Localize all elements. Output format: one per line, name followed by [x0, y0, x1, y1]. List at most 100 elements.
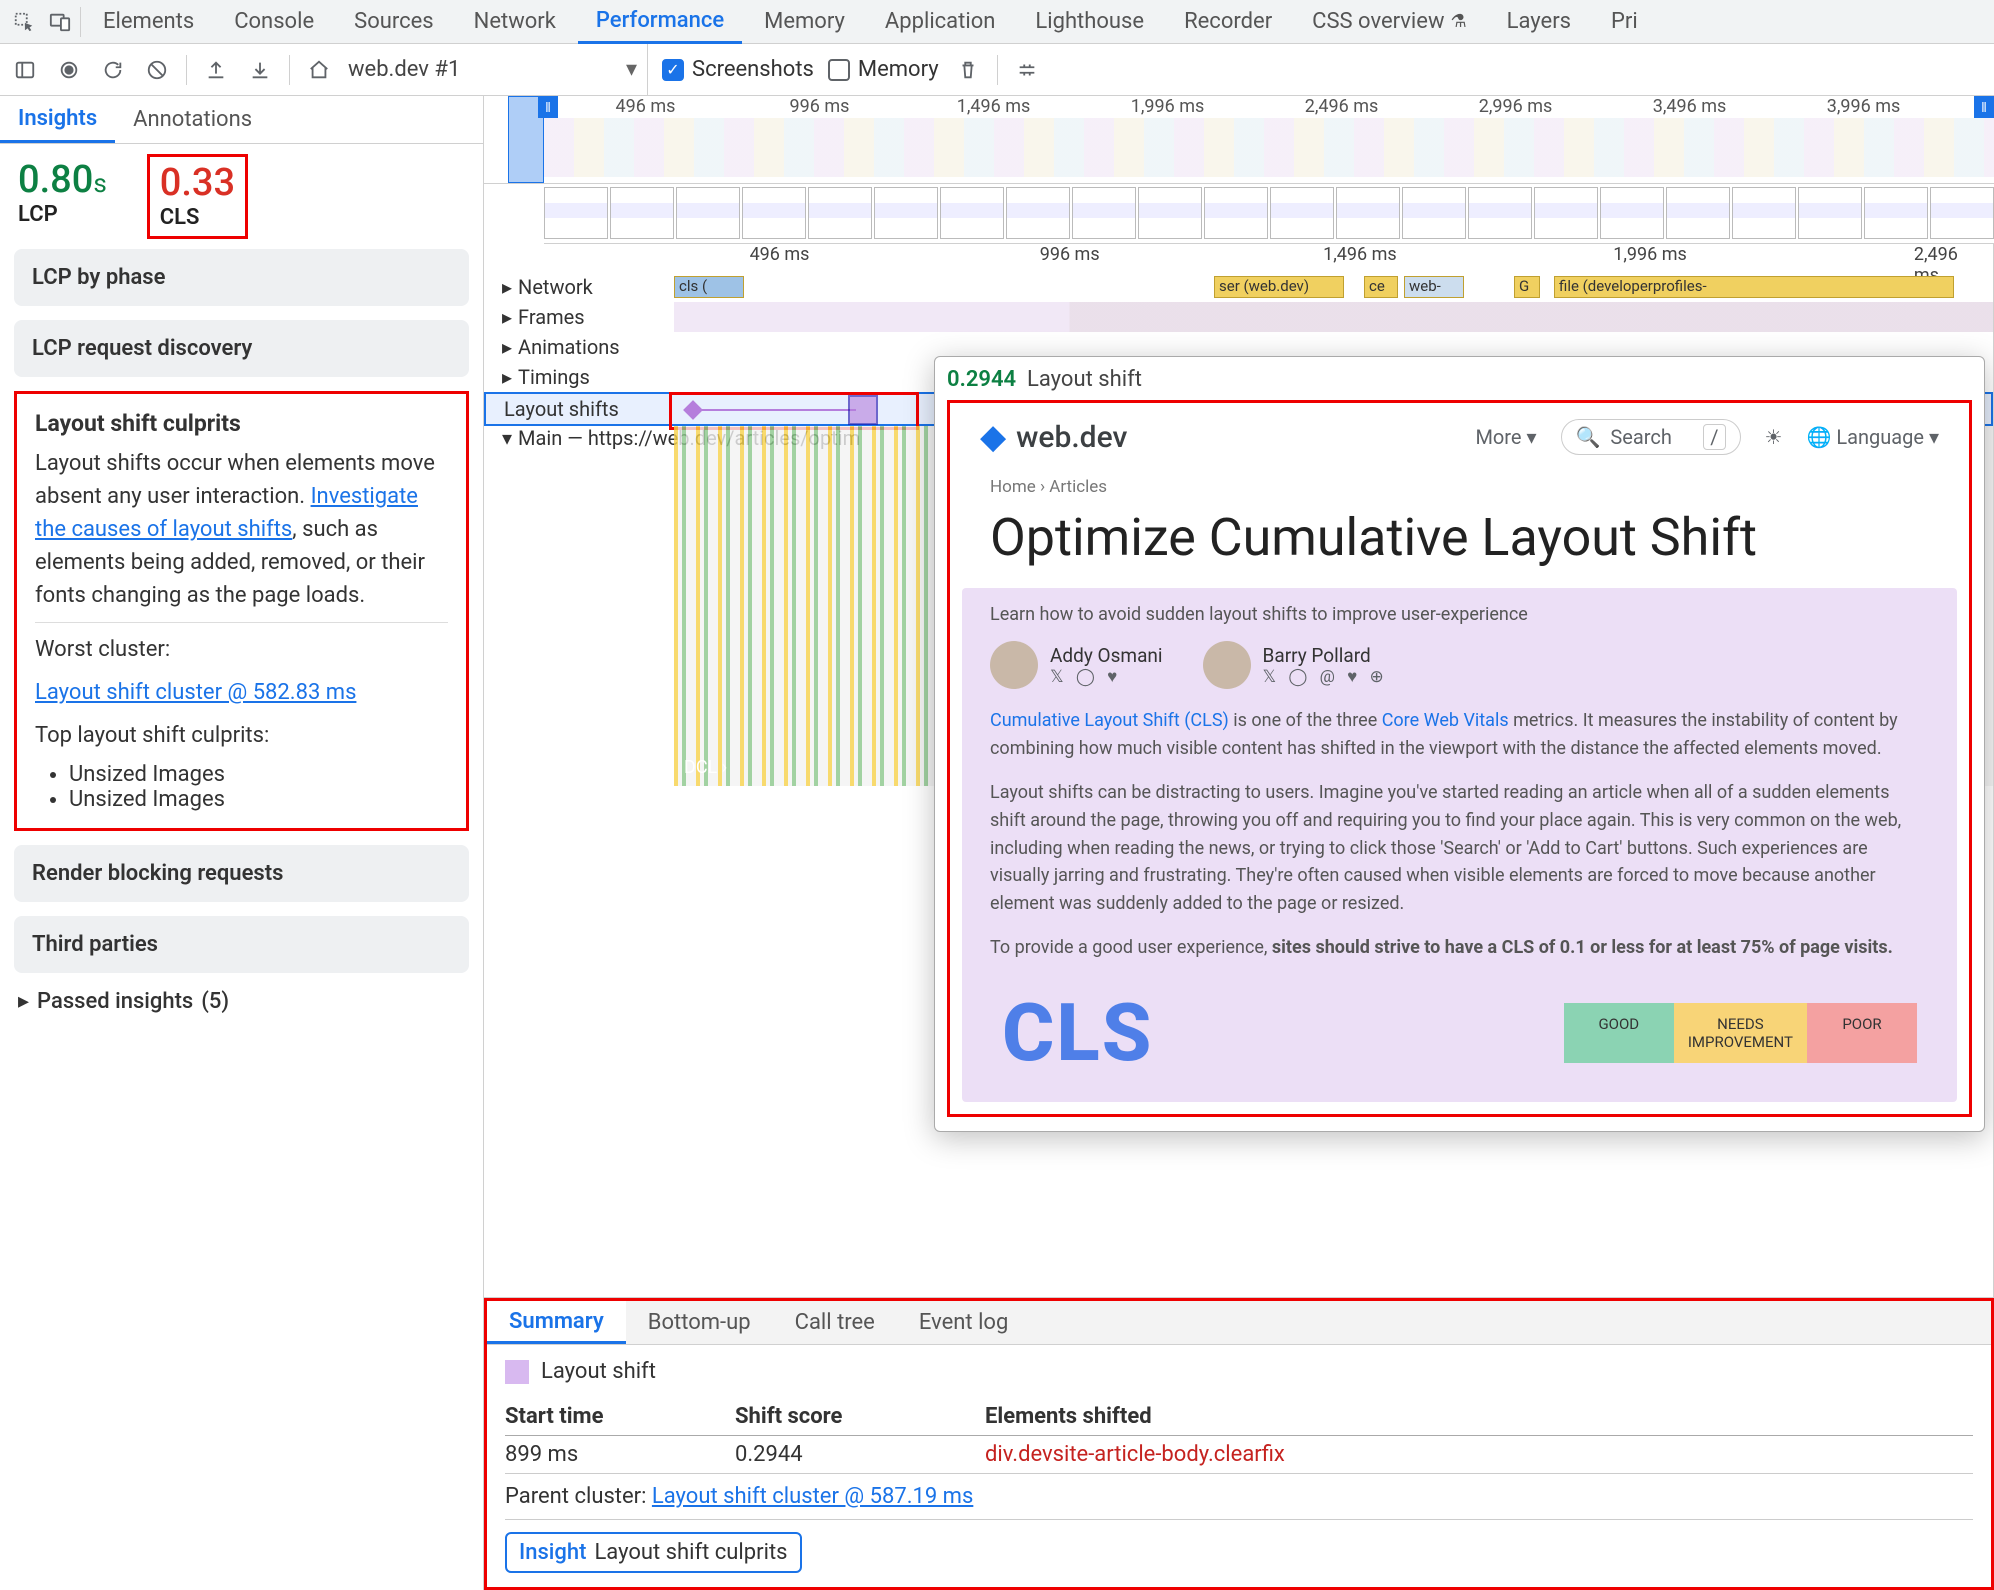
- filmstrip-thumb[interactable]: [1864, 187, 1928, 239]
- filmstrip-thumb[interactable]: [1666, 187, 1730, 239]
- memory-checkbox[interactable]: Memory: [828, 57, 939, 82]
- tab-calltree[interactable]: Call tree: [773, 1301, 897, 1344]
- filmstrip-thumb[interactable]: [874, 187, 938, 239]
- card-third-parties[interactable]: Third parties: [14, 916, 469, 973]
- card-render-blocking[interactable]: Render blocking requests: [14, 845, 469, 902]
- device-toggle-icon[interactable]: [44, 6, 76, 38]
- filmstrip-thumb[interactable]: [1732, 187, 1796, 239]
- overview-minimap[interactable]: ‖ ‖ 496 ms 996 ms 1,496 ms 1,996 ms 2,49…: [484, 96, 1994, 184]
- filmstrip-thumb[interactable]: [544, 187, 608, 239]
- filmstrip-thumb[interactable]: [1534, 187, 1598, 239]
- tab-layers[interactable]: Layers: [1489, 0, 1589, 44]
- filmstrip-thumb[interactable]: [940, 187, 1004, 239]
- layout-shift-tooltip: 0.2944 Layout shift ◆web.dev More ▾ 🔍Sea…: [934, 356, 1985, 1132]
- filmstrip-thumb[interactable]: [610, 187, 674, 239]
- filmstrip-thumb[interactable]: [808, 187, 872, 239]
- parent-cluster-row: Parent cluster: Layout shift cluster @ 5…: [505, 1474, 1973, 1520]
- chevron-down-icon: ▾: [502, 426, 512, 450]
- top-culprits-label: Top layout shift culprits:: [35, 719, 448, 752]
- tab-bottomup[interactable]: Bottom-up: [626, 1301, 773, 1344]
- capture-label: web.dev #1: [348, 57, 620, 82]
- capture-select[interactable]: web.dev #1 ▾: [348, 44, 648, 96]
- layout-shift-line: [696, 409, 856, 411]
- filmstrip-thumb[interactable]: [1930, 187, 1994, 239]
- home-icon[interactable]: [304, 55, 334, 85]
- author: Barry Pollard𝕏 ◯ @ ♥ ⊕: [1203, 641, 1388, 689]
- tab-annotations[interactable]: Annotations: [115, 96, 270, 143]
- filmstrip-thumb[interactable]: [1204, 187, 1268, 239]
- tab-cssoverview[interactable]: CSS overview⚗: [1294, 0, 1484, 44]
- filmstrip-thumb[interactable]: [1072, 187, 1136, 239]
- net-item[interactable]: ser (web.dev): [1214, 276, 1344, 298]
- tab-console[interactable]: Console: [216, 0, 332, 44]
- track-network[interactable]: ▸Network cls ( ser (web.dev) ce web- G f…: [484, 272, 1993, 302]
- insight-pill[interactable]: Insight Layout shift culprits: [505, 1532, 802, 1573]
- upload-icon[interactable]: [201, 55, 231, 85]
- article-lead: Learn how to avoid sudden layout shifts …: [990, 604, 1929, 625]
- worst-cluster-link[interactable]: Layout shift cluster @ 582.83 ms: [35, 680, 356, 705]
- track-frames[interactable]: ▸Frames: [484, 302, 1993, 332]
- net-item[interactable]: ce: [1364, 276, 1398, 298]
- gc-icon[interactable]: [953, 55, 983, 85]
- net-item[interactable]: G: [1514, 276, 1540, 298]
- filmstrip-thumb[interactable]: [676, 187, 740, 239]
- summary-head: Start time Shift score Elements shifted: [505, 1398, 1973, 1436]
- tab-recorder[interactable]: Recorder: [1166, 0, 1290, 44]
- filmstrip-thumb[interactable]: [1468, 187, 1532, 239]
- cls-word: CLS: [1002, 986, 1153, 1080]
- parent-cluster-link[interactable]: Layout shift cluster @ 587.19 ms: [652, 1484, 973, 1509]
- tab-sources[interactable]: Sources: [336, 0, 452, 44]
- separator: [80, 7, 81, 37]
- tab-elements[interactable]: Elements: [85, 0, 212, 44]
- shortcuts-icon[interactable]: [1012, 55, 1042, 85]
- filmstrip[interactable]: [544, 184, 1994, 244]
- net-item[interactable]: file (developerprofiles-: [1554, 276, 1954, 298]
- card-lcp-phase[interactable]: LCP by phase: [14, 249, 469, 306]
- tab-network[interactable]: Network: [456, 0, 574, 44]
- net-item[interactable]: web-: [1404, 276, 1464, 298]
- tab-performance[interactable]: Performance: [578, 0, 742, 44]
- gauge-ni: NEEDSIMPROVEMENT: [1674, 1003, 1807, 1063]
- metric-cls[interactable]: 0.33 CLS: [147, 158, 248, 239]
- screenshots-checkbox[interactable]: ✓ Screenshots: [662, 57, 814, 82]
- filmstrip-thumb[interactable]: [1798, 187, 1862, 239]
- tab-memory[interactable]: Memory: [746, 0, 863, 44]
- record-icon[interactable]: [54, 55, 84, 85]
- filmstrip-thumb[interactable]: [1138, 187, 1202, 239]
- article-para: To provide a good user experience, sites…: [990, 934, 1929, 962]
- download-icon[interactable]: [245, 55, 275, 85]
- search-box: 🔍Search/: [1561, 419, 1741, 455]
- tab-summary[interactable]: Summary: [487, 1301, 626, 1344]
- metric-lcp[interactable]: 0.80s LCP: [18, 158, 107, 239]
- card-layout-shift-culprits[interactable]: Layout shift culprits Layout shifts occu…: [14, 391, 469, 831]
- filmstrip-thumb[interactable]: [1600, 187, 1664, 239]
- filmstrip-thumb[interactable]: [742, 187, 806, 239]
- authors: Addy Osmani𝕏 ◯ ♥ Barry Pollard𝕏 ◯ @ ♥ ⊕: [990, 641, 1929, 689]
- summary-row: 899 ms 0.2944 div.devsite-article-body.c…: [505, 1436, 1973, 1474]
- shifted-preview: ◆web.dev More ▾ 🔍Search/ ☀ 🌐 Language ▾ …: [947, 400, 1972, 1117]
- net-item[interactable]: cls (: [674, 276, 744, 298]
- cls-gauge: CLS GOOD NEEDSIMPROVEMENT POOR: [990, 978, 1929, 1084]
- filmstrip-thumb[interactable]: [1402, 187, 1466, 239]
- card-lcp-req[interactable]: LCP request discovery: [14, 320, 469, 377]
- clear-icon[interactable]: [142, 55, 172, 85]
- main-tabs: Elements Console Sources Network Perform…: [0, 0, 1994, 44]
- filmstrip-thumb[interactable]: [1006, 187, 1070, 239]
- tab-eventlog[interactable]: Event log: [897, 1301, 1030, 1344]
- tab-lighthouse[interactable]: Lighthouse: [1017, 0, 1162, 44]
- filmstrip-thumb[interactable]: [1336, 187, 1400, 239]
- dcl-marker[interactable]: DCL ›: [674, 755, 737, 780]
- elements-shifted-link[interactable]: div.devsite-article-body.clearfix: [985, 1442, 1973, 1467]
- reload-record-icon[interactable]: [98, 55, 128, 85]
- tab-insights[interactable]: Insights: [0, 96, 115, 143]
- flame-ruler: 496 ms 996 ms 1,496 ms 1,996 ms 2,496 ms: [674, 244, 1993, 272]
- passed-insights[interactable]: ▸ Passed insights (5): [0, 973, 483, 1030]
- culprit-item: Unsized Images: [69, 787, 448, 812]
- inspect-icon[interactable]: [8, 6, 40, 38]
- tab-pri[interactable]: Pri: [1593, 0, 1656, 44]
- filmstrip-thumb[interactable]: [1270, 187, 1334, 239]
- layout-shift-selected[interactable]: [848, 395, 878, 425]
- language-menu: 🌐 Language ▾: [1806, 425, 1939, 449]
- toggle-panel-icon[interactable]: [10, 55, 40, 85]
- tab-application[interactable]: Application: [867, 0, 1013, 44]
